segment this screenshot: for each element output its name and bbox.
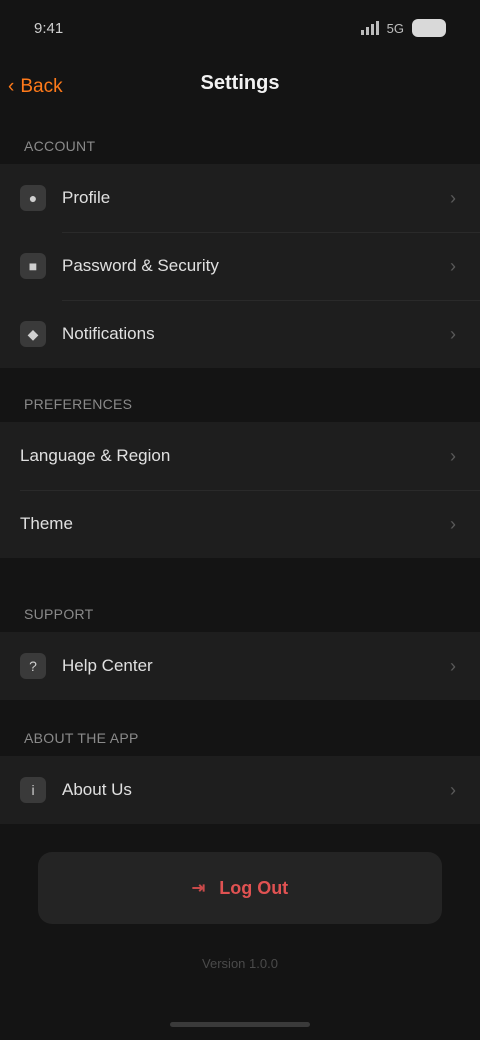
logout-icon: ⇥ (191, 880, 206, 897)
lock-icon: ■ (20, 253, 46, 279)
status-bar: 9:41 5G (0, 0, 480, 56)
section-header-support: SUPPORT (24, 606, 94, 622)
group-about: i About Us › (0, 756, 480, 824)
app-version: Version 1.0.0 (202, 956, 278, 971)
chevron-right-icon: › (450, 323, 456, 344)
group-preferences: Language & Region › Theme › (0, 422, 480, 558)
settings-screen: 9:41 5G ‹ Back Settings ACCOUNT ● Profil… (0, 0, 480, 1040)
status-left: 9:41 (34, 20, 63, 37)
settings-row-notifications[interactable]: ◆ Notifications › (0, 300, 480, 368)
settings-row-about[interactable]: i About Us › (0, 756, 480, 824)
chevron-right-icon: › (450, 187, 456, 208)
settings-row-security[interactable]: ■ Password & Security › (0, 232, 480, 300)
row-label: Notifications (62, 324, 155, 343)
group-support: ? Help Center › (0, 632, 480, 700)
page-title: Settings (200, 72, 280, 94)
person-icon: ● (20, 185, 46, 211)
chevron-right-icon: › (450, 513, 456, 534)
settings-row-help[interactable]: ? Help Center › (0, 632, 480, 700)
group-account: ● Profile › ■ Password & Security › ◆ No… (0, 164, 480, 368)
section-header-about: ABOUT THE APP (24, 730, 139, 746)
logout-button[interactable]: ⇥ Log Out (38, 852, 442, 924)
chevron-right-icon: › (450, 255, 456, 276)
settings-row-profile[interactable]: ● Profile › (0, 164, 480, 232)
settings-row-language[interactable]: Language & Region › (0, 422, 480, 490)
row-label: Password & Security (62, 256, 219, 275)
signal-icon (360, 21, 379, 35)
row-label: Theme (20, 514, 73, 533)
nav-bar: ‹ Back Settings (0, 56, 480, 118)
status-time: 9:41 (34, 19, 64, 37)
chevron-right-icon: › (450, 445, 456, 466)
chevron-right-icon: › (450, 655, 456, 676)
row-label: About Us (62, 780, 132, 799)
home-indicator[interactable] (170, 1022, 310, 1027)
info-icon: i (20, 777, 46, 803)
section-header-account: ACCOUNT (24, 138, 96, 154)
row-label: Language & Region (20, 446, 171, 465)
chevron-right-icon: › (450, 779, 456, 800)
bell-icon: ◆ (20, 321, 46, 347)
battery-icon (412, 19, 446, 37)
help-icon: ? (20, 653, 46, 679)
status-right: 5G (360, 19, 446, 37)
settings-row-theme[interactable]: Theme › (0, 490, 480, 558)
section-header-preferences: PREFERENCES (24, 396, 133, 412)
row-label: Profile (62, 188, 111, 207)
logout-label: Log Out (219, 877, 289, 898)
network-label: 5G (386, 20, 404, 36)
row-label: Help Center (62, 656, 153, 675)
